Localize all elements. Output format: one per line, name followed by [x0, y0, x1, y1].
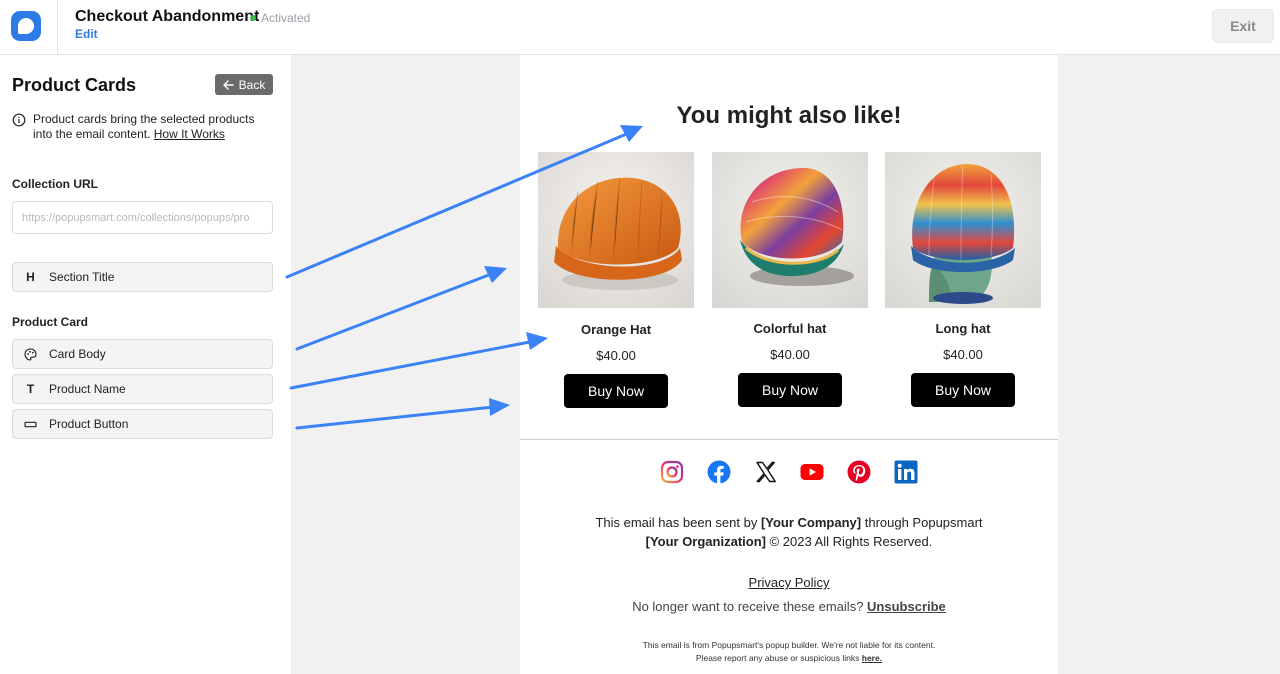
section-title[interactable]: You might also like! — [520, 102, 1058, 130]
linkedin-icon[interactable] — [894, 460, 918, 484]
back-label: Back — [238, 77, 266, 92]
product-name-item[interactable]: T Product Name — [12, 374, 273, 404]
product-name: Long hat — [935, 321, 991, 336]
text-icon: T — [26, 382, 35, 396]
card-body-item[interactable]: Card Body — [12, 339, 273, 369]
instagram-icon[interactable] — [660, 460, 684, 484]
product-name: Colorful hat — [753, 321, 827, 336]
report-link[interactable]: here. — [862, 653, 882, 663]
disclaimer-line-2: Please report any abuse or suspicious li… — [520, 653, 1058, 663]
product-card[interactable]: Long hat $40.00 Buy Now — [885, 152, 1041, 407]
back-button[interactable]: Back — [215, 74, 273, 95]
divider — [520, 439, 1058, 440]
product-price: $40.00 — [596, 348, 636, 363]
product-price: $40.00 — [943, 347, 983, 362]
youtube-icon[interactable] — [800, 460, 824, 484]
card-body-label: Card Body — [49, 347, 106, 361]
x-icon[interactable] — [754, 460, 778, 484]
no-longer-text: No longer want to receive these emails? — [632, 599, 864, 614]
privacy-policy-link[interactable]: Privacy Policy — [520, 575, 1058, 590]
product-name-label: Product Name — [49, 382, 126, 396]
buy-now-button[interactable]: Buy Now — [738, 373, 842, 407]
app-logo[interactable] — [11, 11, 41, 41]
divider — [57, 0, 58, 55]
unsubscribe-text: No longer want to receive these emails? … — [520, 599, 1058, 614]
collection-url-input[interactable] — [12, 201, 273, 234]
heading-icon: H — [26, 270, 35, 284]
email-preview: You might also like! Orange Hat $40.00 B… — [520, 55, 1058, 674]
info-icon — [12, 113, 26, 127]
product-name: Orange Hat — [580, 322, 652, 337]
status-dot-icon — [250, 15, 256, 21]
organization-placeholder: [Your Organization] — [645, 534, 766, 549]
product-card-label: Product Card — [12, 315, 89, 329]
company-placeholder: [Your Company] — [760, 515, 862, 530]
product-card[interactable]: Colorful hat $40.00 Buy Now — [712, 152, 868, 407]
long-hat-image — [885, 152, 1041, 308]
edit-link[interactable]: Edit — [75, 27, 98, 41]
status-text: Activated — [261, 11, 311, 25]
orange-hat-image — [538, 152, 694, 308]
buy-now-button[interactable]: Buy Now — [911, 373, 1015, 407]
product-card[interactable]: Orange Hat $40.00 Buy Now — [538, 152, 694, 408]
how-it-works-link[interactable]: How It Works — [154, 127, 225, 141]
buy-now-button[interactable]: Buy Now — [564, 374, 668, 408]
exit-button[interactable]: Exit — [1212, 9, 1274, 43]
disclaimer-text: Please report any abuse or suspicious li… — [695, 653, 860, 663]
palette-icon — [24, 347, 37, 361]
colorful-hat-image — [712, 152, 868, 308]
panel-title: Product Cards — [12, 75, 137, 95]
button-icon — [24, 418, 37, 431]
info-note: Product cards bring the selected product… — [12, 112, 277, 142]
status-badge: Activated — [250, 11, 310, 25]
pinterest-icon[interactable] — [847, 460, 871, 484]
product-price: $40.00 — [770, 347, 810, 362]
campaign-title: Checkout Abandonment — [75, 8, 260, 25]
sent-by-text: This email has been sent by [Your Compan… — [520, 515, 1058, 530]
sidebar: Product Cards Back Product cards bring t… — [0, 55, 291, 674]
arrow-left-icon — [222, 79, 234, 90]
unsubscribe-link[interactable]: Unsubscribe — [867, 599, 946, 614]
disclaimer-line-1: This email is from Popupsmart's popup bu… — [642, 640, 936, 650]
facebook-icon[interactable] — [707, 460, 731, 484]
product-button-label: Product Button — [49, 417, 129, 431]
product-button-item[interactable]: Product Button — [12, 409, 273, 439]
copyright: © 2023 All Rights Reserved. — [769, 534, 933, 549]
sent-by-suffix: through Popupsmart — [864, 515, 983, 530]
copyright-text: [Your Organization] © 2023 All Rights Re… — [520, 534, 1058, 549]
section-title-label: Section Title — [49, 270, 115, 284]
sent-by-prefix: This email has been sent by — [595, 515, 758, 530]
section-title-item[interactable]: H Section Title — [12, 262, 273, 292]
top-bar: Checkout Abandonment Activated Edit Exit — [0, 0, 1280, 55]
collection-url-label: Collection URL — [12, 177, 98, 191]
